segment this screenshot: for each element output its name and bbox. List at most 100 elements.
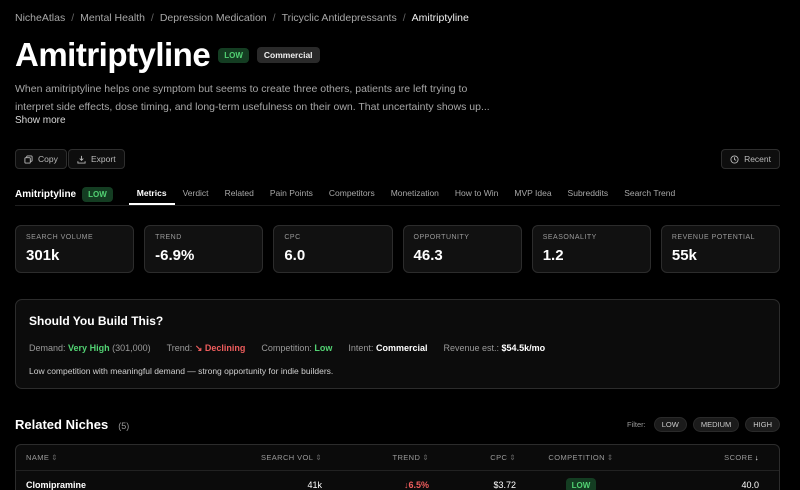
intent-label: Intent: <box>348 343 374 353</box>
metric-card-cpc: CPC 6.0 <box>273 225 393 273</box>
clock-icon <box>730 154 739 164</box>
column-header-trend[interactable]: TREND ⇕ <box>322 453 429 462</box>
breadcrumb-separator: / <box>402 12 406 24</box>
filter-label: Filter: <box>626 420 646 429</box>
title-row: Amitriptyline LOW Commercial <box>15 36 320 74</box>
metric-card-seasonality: SEASONALITY 1.2 <box>531 225 651 273</box>
sort-icon: ⇕ <box>422 453 429 462</box>
metric-label: TREND <box>155 234 182 241</box>
tabbar-niche-name: Amitriptyline <box>15 188 77 200</box>
related-niches-table: NAME ⇕ SEARCH VOL ⇕ TREND ⇕ CPC ⇕ COMPETITIO… <box>15 444 780 490</box>
verdict-stats: Demand: Very High (301,000) Trend: ↘ Dec… <box>29 343 766 354</box>
metric-value: 6.0 <box>284 247 306 264</box>
competition-badge: LOW <box>218 47 249 63</box>
tab-pain-points[interactable]: Pain Points <box>262 183 321 205</box>
tab-list: Metrics Verdict Related Pain Points Comp… <box>128 183 683 205</box>
metric-label: OPPORTUNITY <box>413 234 470 241</box>
metric-value: 55k <box>671 247 697 264</box>
column-header-cpc[interactable]: CPC ⇕ <box>429 453 516 462</box>
filter-chip-high[interactable]: HIGH <box>745 417 780 432</box>
table-row[interactable]: Clomipramine 41k ↓6.5% $3.72 LOW 40.0 <box>16 471 779 490</box>
revenue-stat: Revenue est.: $54.5k/mo <box>443 343 545 354</box>
breadcrumb-item-current: Amitriptyline <box>411 12 469 24</box>
row-competition-badge: LOW <box>565 478 597 490</box>
breadcrumb-item-category[interactable]: Mental Health <box>80 12 145 24</box>
related-niches-count: (5) <box>118 421 130 431</box>
metric-label: SEASONALITY <box>542 234 597 241</box>
sort-icon: ⇕ <box>51 453 58 462</box>
breadcrumb-item-group[interactable]: Tricyclic Antidepressants <box>282 12 397 24</box>
tab-monetization[interactable]: Monetization <box>383 183 447 205</box>
revenue-label: Revenue est.: <box>443 343 500 353</box>
tab-verdict[interactable]: Verdict <box>175 183 217 205</box>
trend-stat: Trend: ↘ Declining <box>167 343 246 354</box>
trend-label: Trend: <box>166 343 193 353</box>
breadcrumb-item-subcategory[interactable]: Depression Medication <box>160 12 267 24</box>
metric-label: SEARCH VOLUME <box>26 234 94 241</box>
metric-card-revenue-potential: REVENUE POTENTIAL 55k <box>660 225 781 273</box>
tab-mvp-idea[interactable]: MVP Idea <box>506 183 559 205</box>
intent-badge: Commercial <box>256 47 320 63</box>
metric-label: REVENUE POTENTIAL <box>671 234 756 241</box>
row-name: Clomipramine <box>26 480 87 490</box>
column-header-search-vol[interactable]: SEARCH VOL ⇕ <box>216 453 322 462</box>
tab-related[interactable]: Related <box>217 183 262 205</box>
verdict-note: Low competition with meaningful demand —… <box>29 366 334 376</box>
verdict-title: Should You Build This? <box>29 314 164 328</box>
sort-icon: ⇕ <box>509 453 516 462</box>
sort-icon: ⇕ <box>315 453 322 462</box>
export-button[interactable]: Export <box>68 149 125 169</box>
row-cpc: $3.72 <box>493 480 516 490</box>
column-header-name[interactable]: NAME ⇕ <box>16 453 216 462</box>
breadcrumb: NicheAtlas / Mental Health / Depression … <box>15 12 469 24</box>
recent-button-label: Recent <box>744 154 771 164</box>
filter-chip-low[interactable]: LOW <box>653 417 687 432</box>
column-header-score[interactable]: SCORE ↓ <box>646 453 769 462</box>
breadcrumb-separator: / <box>71 12 75 24</box>
revenue-value: $54.5k/mo <box>501 343 546 353</box>
metric-cards: SEARCH VOLUME 301k TREND -6.9% CPC 6.0 O… <box>15 225 781 273</box>
metric-card-trend: TREND -6.9% <box>144 225 264 273</box>
competition-filters: Filter: LOW MEDIUM HIGH <box>627 417 780 432</box>
breadcrumb-separator: / <box>272 12 276 24</box>
tab-metrics[interactable]: Metrics <box>128 183 175 205</box>
tab-search-trend[interactable]: Search Trend <box>616 183 683 205</box>
download-icon <box>77 155 86 164</box>
competition-label: Competition: <box>261 343 312 353</box>
tab-subreddits[interactable]: Subreddits <box>560 183 617 205</box>
competition-value: Low <box>314 343 333 353</box>
row-competition: LOW <box>516 478 646 490</box>
competition-stat: Competition: Low <box>261 343 332 354</box>
metric-label: CPC <box>284 234 301 241</box>
metric-value: 1.2 <box>542 247 564 264</box>
related-niches-title: Related Niches <box>15 417 109 432</box>
table-header: NAME ⇕ SEARCH VOL ⇕ TREND ⇕ CPC ⇕ COMPETITIO… <box>16 445 779 471</box>
sort-desc-icon: ↓ <box>754 453 759 462</box>
recent-button[interactable]: Recent <box>721 149 780 169</box>
niche-description: When amitriptyline helps one symptom but… <box>15 83 490 113</box>
sort-icon: ⇕ <box>606 453 614 462</box>
row-trend: ↓6.5% <box>403 480 429 490</box>
demand-stat: Demand: Very High (301,000) <box>29 343 151 354</box>
related-niches-header: Related Niches (5) <box>15 417 129 432</box>
copy-button-label: Copy <box>38 154 58 164</box>
copy-button[interactable]: Copy <box>15 149 67 169</box>
column-header-competition[interactable]: COMPETITION ⇕ <box>516 453 646 462</box>
demand-label: Demand: <box>29 343 66 353</box>
tabbar-competition-badge: LOW <box>82 186 113 202</box>
copy-icon <box>24 154 33 164</box>
intent-stat: Intent: Commercial <box>348 343 427 354</box>
export-button-label: Export <box>91 154 116 164</box>
filter-chip-medium[interactable]: MEDIUM <box>692 417 740 432</box>
row-search-vol: 41k <box>307 480 322 490</box>
breadcrumb-item-home[interactable]: NicheAtlas <box>15 12 65 24</box>
demand-value: Very High <box>68 343 110 353</box>
metric-value: 301k <box>26 247 60 264</box>
tab-how-to-win[interactable]: How to Win <box>447 183 506 205</box>
breadcrumb-separator: / <box>150 12 154 24</box>
section-tabbar: Amitriptyline LOW Metrics Verdict Relate… <box>15 183 780 205</box>
metric-value: -6.9% <box>155 247 195 264</box>
show-more-link[interactable]: Show more <box>15 115 66 126</box>
tab-competitors[interactable]: Competitors <box>321 183 383 205</box>
intent-value: Commercial <box>375 343 428 353</box>
